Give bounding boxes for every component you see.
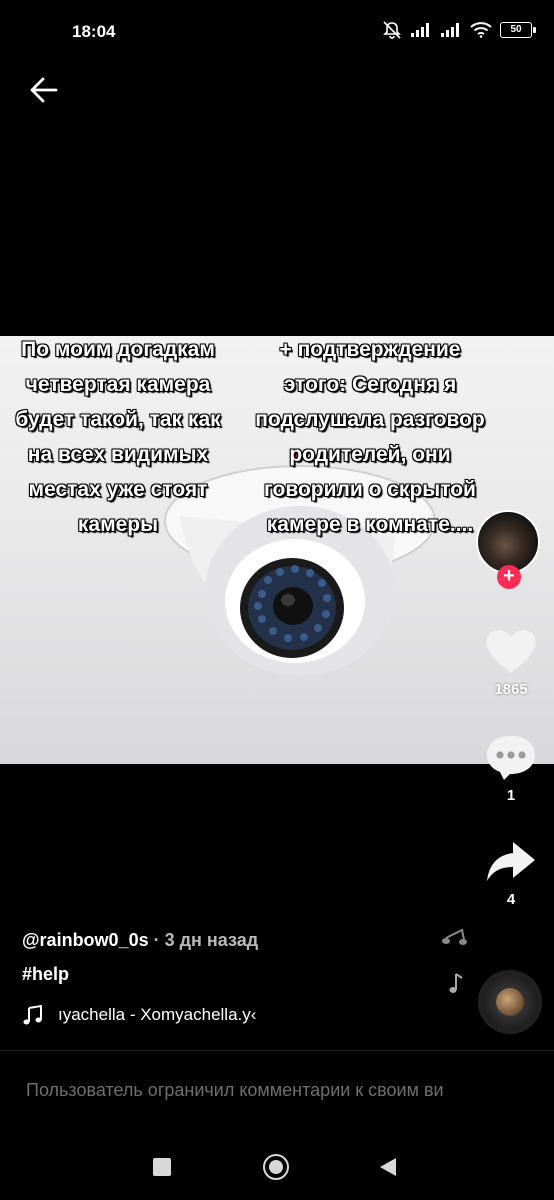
share-arrow-icon <box>487 842 535 881</box>
overlay-line: подслушала разговор <box>255 408 485 431</box>
overlay-line: камере в комнате.... <box>266 513 474 536</box>
overlay-line: говорили о скрытой <box>264 478 476 501</box>
music-disc[interactable] <box>478 970 542 1034</box>
author-username[interactable]: @rainbow0_0s <box>22 930 149 950</box>
signal-icon <box>441 23 459 37</box>
share-button[interactable]: 4 <box>482 838 540 908</box>
arrow-left-icon <box>30 77 58 103</box>
video-meta: @rainbow0_0s · 3 дн назад #help ıyachell… <box>22 930 452 1030</box>
post-time: 3 дн назад <box>164 930 259 950</box>
divider <box>0 1050 554 1051</box>
music-title: ıyachella - Xomyachella.y‹ <box>58 1005 257 1024</box>
comment-bubble-icon <box>487 736 535 780</box>
overlay-line: + подтверждение <box>279 338 461 361</box>
overlay-line: камеры <box>77 513 159 536</box>
status-time: 18:04 <box>72 22 116 41</box>
wifi-icon <box>470 22 492 38</box>
like-button[interactable]: 1865 <box>482 626 540 698</box>
overlay-line: местах уже стоят <box>28 478 208 501</box>
video-frame[interactable]: По моим догадкам четвертая камера будет … <box>0 336 554 764</box>
music-disc-cover <box>496 988 524 1016</box>
comments-restricted-notice: Пользователь ограничил комментарии к сво… <box>26 1080 444 1100</box>
status-bar: 18:04 50 <box>0 0 554 64</box>
heart-icon <box>486 630 536 673</box>
overlay-line: на всех видимых <box>27 443 209 466</box>
overlay-line: этого: Сегодня я <box>283 373 457 396</box>
overlay-line: четвертая камера <box>25 373 211 396</box>
music-line[interactable]: ıyachella - Xomyachella.y‹ <box>22 1000 452 1030</box>
system-back-button[interactable] <box>380 1158 396 1176</box>
overlay-text-right: + подтверждение этого: Сегодня я подслуш… <box>244 336 496 542</box>
system-nav-bar <box>0 1130 554 1200</box>
comment-button[interactable]: 1 <box>482 732 540 804</box>
overlay-text-left: По моим догадкам четвертая камера будет … <box>0 336 236 542</box>
recent-apps-button[interactable] <box>153 1158 171 1176</box>
overlay-line: По моим догадкам <box>21 338 215 361</box>
floating-music-notes-icon <box>442 928 467 993</box>
author-line: @rainbow0_0s · 3 дн назад <box>22 930 452 960</box>
like-count: 1865 <box>494 681 528 698</box>
mute-bell-icon <box>383 21 401 39</box>
comment-count: 1 <box>506 787 516 804</box>
home-button[interactable] <box>263 1154 289 1180</box>
overlay-line: будет такой, так как <box>15 408 221 431</box>
caption-hashtag[interactable]: #help <box>22 964 452 996</box>
music-note-icon <box>23 1004 42 1025</box>
signal-icon <box>411 23 429 37</box>
share-count: 4 <box>506 891 516 908</box>
battery-icon: 50 <box>500 22 536 38</box>
meta-separator: · <box>148 930 165 950</box>
follow-button[interactable]: + <box>497 565 521 589</box>
overlay-line: родителей, они <box>289 443 451 466</box>
status-icons: 50 <box>382 20 536 40</box>
back-button[interactable] <box>24 70 64 110</box>
